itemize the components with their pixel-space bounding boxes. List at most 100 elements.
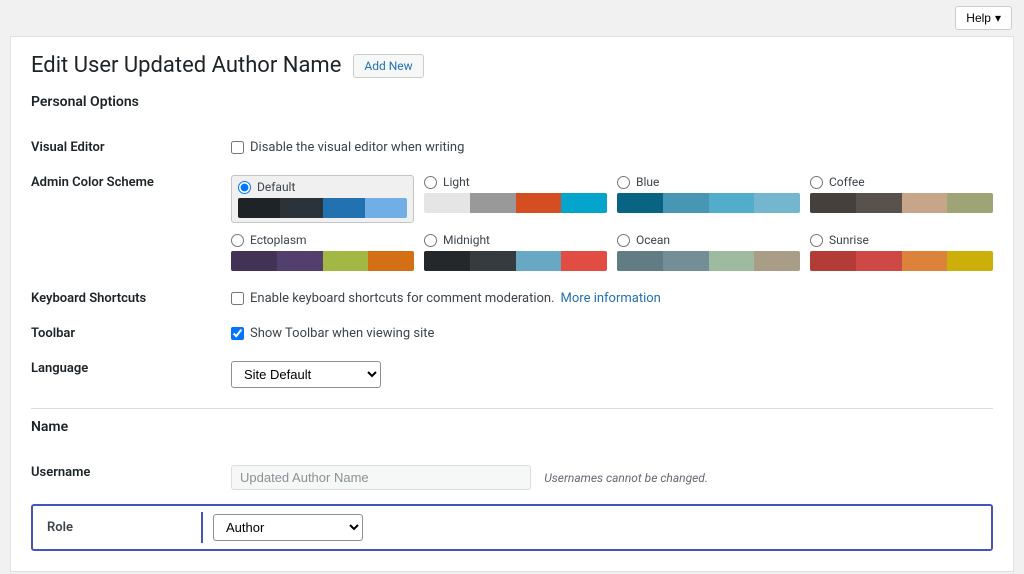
username-cell: Usernames cannot be changed. [231,455,993,500]
language-cell: Site DefaultEnglish (US)SpanishFrenchGer… [231,351,993,398]
color-scheme-option-ocean[interactable]: Ocean [617,233,800,271]
role-select[interactable]: AdministratorEditorAuthorContributorSubs… [213,514,363,541]
color-segment-ocean-2 [709,251,755,271]
username-input[interactable] [231,465,531,490]
color-scheme-label-sunrise[interactable]: Sunrise [810,233,993,247]
color-scheme-label-light[interactable]: Light [424,175,607,189]
color-scheme-name-blue: Blue [636,175,659,189]
toolbar-checkbox-label[interactable]: Show Toolbar when viewing site [231,326,993,341]
username-row: Username Usernames cannot be changed. [31,455,993,500]
keyboard-shortcuts-checkbox[interactable] [231,292,244,305]
color-segment-sunrise-0 [810,251,856,271]
color-scheme-cell: Default Light Blue Coffee Ectoplasm Midnight O… [231,165,993,281]
toolbar-checkbox[interactable] [231,327,244,340]
color-segment-light-3 [561,193,607,213]
toolbar-text: Show Toolbar when viewing site [250,326,434,341]
visual-editor-checkbox-label[interactable]: Disable the visual editor when writing [231,140,993,155]
color-segment-sunrise-1 [856,251,902,271]
color-segment-midnight-1 [470,251,516,271]
color-scheme-label-coffee[interactable]: Coffee [810,175,993,189]
color-scheme-option-blue[interactable]: Blue [617,175,800,223]
role-row-label: Role [33,512,203,543]
help-button[interactable]: Help ▾ [955,6,1012,30]
color-bar-default [238,198,407,218]
visual-editor-row: Visual Editor Disable the visual editor … [31,130,993,165]
color-segment-blue-0 [617,193,663,213]
main-content: Edit User Updated Author Name Add New Pe… [10,36,1014,572]
page-wrapper: Help ▾ Edit User Updated Author Name Add… [0,0,1024,572]
color-segment-coffee-0 [810,193,856,213]
add-new-button[interactable]: Add New [353,54,423,78]
color-scheme-option-coffee[interactable]: Coffee [810,175,993,223]
name-section-title: Name [31,419,993,441]
color-scheme-option-midnight[interactable]: Midnight [424,233,607,271]
keyboard-shortcuts-text: Enable keyboard shortcuts for comment mo… [250,291,555,306]
color-scheme-name-light: Light [443,175,470,189]
help-arrow: ▾ [995,11,1001,25]
name-table: Username Usernames cannot be changed. [31,455,993,500]
color-bar-ocean [617,251,800,271]
color-segment-ectoplasm-0 [231,251,277,271]
toolbar-row: Toolbar Show Toolbar when viewing site [31,316,993,351]
color-scheme-radio-blue[interactable] [617,176,630,189]
visual-editor-checkbox[interactable] [231,141,244,154]
color-scheme-option-sunrise[interactable]: Sunrise [810,233,993,271]
color-scheme-label: Admin Color Scheme [31,165,231,281]
color-scheme-name-midnight: Midnight [443,233,490,247]
color-scheme-option-ectoplasm[interactable]: Ectoplasm [231,233,414,271]
toolbar-cell: Show Toolbar when viewing site [231,316,993,351]
color-scheme-option-light[interactable]: Light [424,175,607,223]
color-segment-ectoplasm-3 [368,251,414,271]
username-note: Usernames cannot be changed. [544,471,708,485]
color-segment-default-2 [323,198,365,218]
color-segment-light-1 [470,193,516,213]
username-label: Username [31,455,231,500]
color-bar-sunrise [810,251,993,271]
color-scheme-name-sunrise: Sunrise [829,233,869,247]
color-scheme-name-ocean: Ocean [636,233,670,247]
color-scheme-label-blue[interactable]: Blue [617,175,800,189]
name-section: Name Username Usernames cannot be change… [31,419,993,551]
color-segment-midnight-0 [424,251,470,271]
color-segment-light-0 [424,193,470,213]
color-bar-coffee [810,193,993,213]
color-scheme-radio-midnight[interactable] [424,234,437,247]
top-bar: Help ▾ [0,0,1024,36]
color-scheme-option-default[interactable]: Default [231,175,414,223]
color-segment-blue-2 [709,193,755,213]
color-scheme-label-default[interactable]: Default [238,180,407,194]
color-scheme-radio-coffee[interactable] [810,176,823,189]
color-scheme-radio-ectoplasm[interactable] [231,234,244,247]
color-scheme-label-ocean[interactable]: Ocean [617,233,800,247]
language-select[interactable]: Site DefaultEnglish (US)SpanishFrenchGer… [231,361,381,388]
color-segment-light-2 [516,193,562,213]
language-row: Language Site DefaultEnglish (US)Spanish… [31,351,993,398]
color-segment-coffee-1 [856,193,902,213]
color-scheme-name-ectoplasm: Ectoplasm [250,233,307,247]
language-label: Language [31,351,231,398]
color-segment-sunrise-3 [947,251,993,271]
color-scheme-radio-light[interactable] [424,176,437,189]
color-scheme-name-default: Default [257,180,295,194]
color-scheme-grid: Default Light Blue Coffee Ectoplasm Midnight O… [231,175,993,271]
color-scheme-radio-sunrise[interactable] [810,234,823,247]
color-scheme-name-coffee: Coffee [829,175,865,189]
color-segment-coffee-2 [902,193,948,213]
color-scheme-label-ectoplasm[interactable]: Ectoplasm [231,233,414,247]
color-scheme-radio-ocean[interactable] [617,234,630,247]
keyboard-shortcuts-more-info[interactable]: More information [561,291,661,306]
visual-editor-checkbox-text: Disable the visual editor when writing [250,140,464,155]
keyboard-shortcuts-checkbox-label[interactable]: Enable keyboard shortcuts for comment mo… [231,291,993,306]
color-bar-blue [617,193,800,213]
color-scheme-radio-default[interactable] [238,181,251,194]
personal-options-section: Personal Options Visual Editor Disable t… [31,94,993,398]
color-segment-midnight-2 [516,251,562,271]
color-segment-ectoplasm-1 [277,251,323,271]
color-segment-ectoplasm-2 [323,251,369,271]
color-segment-blue-3 [754,193,800,213]
visual-editor-label: Visual Editor [31,130,231,165]
color-scheme-label-midnight[interactable]: Midnight [424,233,607,247]
color-segment-ocean-1 [663,251,709,271]
color-segment-default-3 [365,198,407,218]
toolbar-label: Toolbar [31,316,231,351]
